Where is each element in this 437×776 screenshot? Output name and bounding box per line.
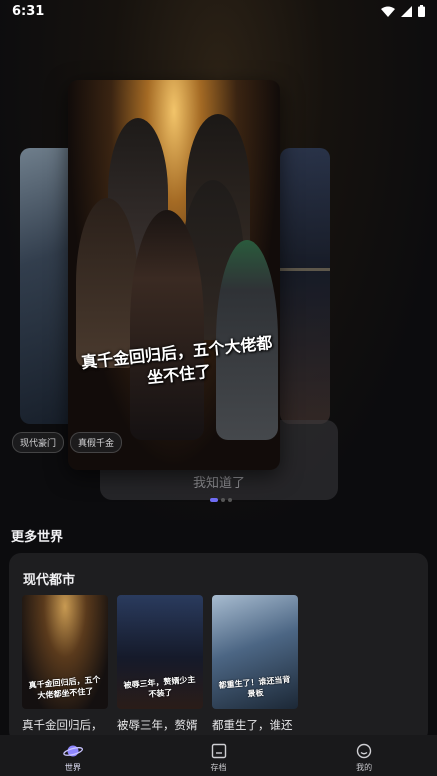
status-icons [381, 5, 425, 17]
profile-icon [356, 743, 372, 759]
featured-tag: 现代豪门 [12, 432, 65, 453]
nav-label: 世界 [64, 763, 81, 772]
carousel-pagination [210, 498, 232, 502]
signal-icon [401, 5, 412, 17]
featured-tag: 真假千金 [70, 432, 123, 453]
cover-figure [76, 198, 138, 368]
book-item[interactable]: 被辱三年，赘婿少主不装了 被辱三年，赘婿 [117, 595, 203, 733]
book-cover[interactable]: 被辱三年，赘婿少主不装了 [117, 595, 203, 709]
book-title[interactable]: 被辱三年，赘婿 [117, 717, 209, 733]
cover-figure [130, 210, 204, 440]
book-cover-text: 真千金回归后，五个大佬都坐不住了 [28, 673, 101, 701]
archive-icon [211, 743, 226, 759]
book-cover-text: 被辱三年，赘婿少主不装了 [123, 673, 196, 700]
category-card: 现代都市 真千金回归后，五个大佬都坐不住了 真千金回归后， 被辱三年，赘婿少主不… [9, 553, 428, 743]
more-worlds-heading: 更多世界 [11, 530, 64, 545]
book-item[interactable]: 都重生了！谁还当背景板 都重生了，谁还 [212, 595, 298, 733]
book-item[interactable]: 真千金回归后，五个大佬都坐不住了 真千金回归后， [22, 595, 108, 733]
nav-item-world[interactable]: 世界 [0, 735, 146, 776]
got-it-button[interactable]: 我知道了 [100, 472, 338, 491]
wifi-icon [381, 6, 395, 17]
page-dot [228, 498, 232, 502]
category-title[interactable]: 现代都市 [23, 569, 75, 588]
featured-world-card[interactable]: 真千金回归后，五个大佬都坐不住了 [68, 80, 280, 470]
book-cover[interactable]: 真千金回归后，五个大佬都坐不住了 [22, 595, 108, 709]
book-cover-text: 都重生了！谁还当背景板 [218, 673, 291, 699]
carousel-card-next[interactable] [280, 148, 330, 424]
book-cover[interactable]: 都重生了！谁还当背景板 [212, 595, 298, 709]
nav-item-archive[interactable]: 存档 [146, 735, 292, 776]
status-bar: 6:31 [0, 0, 437, 22]
planet-icon [63, 745, 83, 757]
nav-item-mine[interactable]: 我的 [291, 735, 437, 776]
book-title[interactable]: 真千金回归后， [22, 717, 114, 733]
page-dot-active [210, 498, 218, 502]
battery-icon [418, 5, 425, 17]
book-title[interactable]: 都重生了，谁还 [212, 717, 304, 733]
status-time: 6:31 [12, 3, 45, 19]
nav-label: 存档 [210, 763, 227, 772]
nav-label: 我的 [356, 763, 373, 772]
bottom-navigation: 世界 存档 我的 [0, 735, 437, 776]
page-dot [221, 498, 225, 502]
featured-tags: 现代豪门 真假千金 [12, 432, 123, 453]
